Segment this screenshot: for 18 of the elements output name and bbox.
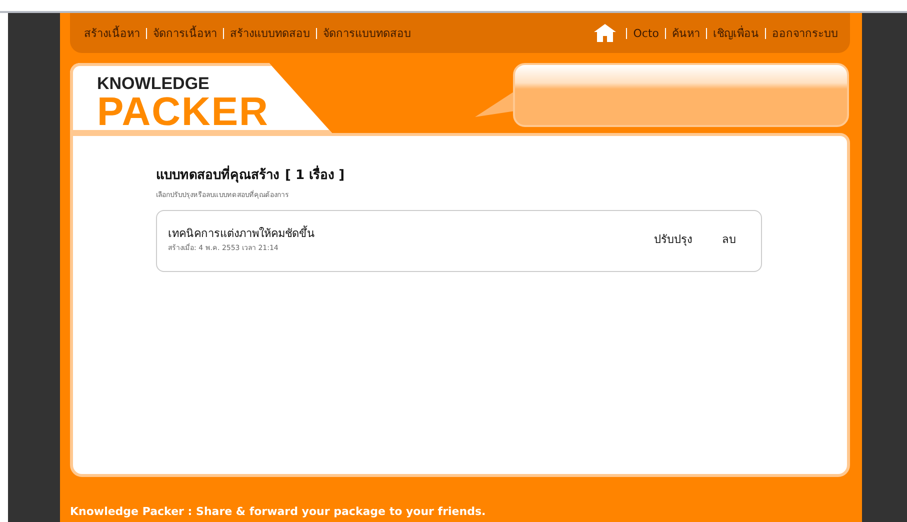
nav-link[interactable]: Octo [633,26,659,40]
section-title: แบบทดสอบที่คุณสร้าง [156,164,279,185]
nav-link[interactable]: จัดการแบบทดสอบ [323,24,411,42]
nav-link[interactable]: สร้างแบบทดสอบ [230,24,310,42]
footer-text: Knowledge Packer : Share & forward your package to your friends. [70,505,487,518]
logo-text: PACKER [97,92,270,132]
nav-link[interactable]: ออกจากระบบ [772,24,838,42]
nav-link[interactable]: เชิญเพื่อน [713,24,759,42]
nav-link[interactable]: สร้างเนื้อหา [84,24,140,42]
quiz-title: เทคนิคการแต่งภาพให้คมชัดขึ้น [168,224,315,242]
logo-text: KNOWLEDGE [97,75,210,92]
nav-link[interactable]: จัดการเนื้อหา [153,24,217,42]
speech-bubble-tail [475,91,515,117]
action-link[interactable]: ลบ [722,233,736,246]
action-link[interactable]: ปรับปรุง [654,233,692,246]
home-icon[interactable] [594,24,616,42]
nav-link[interactable]: ค้นหา [672,24,700,42]
count-label: [ 1 เรื่อง ] [285,164,345,185]
